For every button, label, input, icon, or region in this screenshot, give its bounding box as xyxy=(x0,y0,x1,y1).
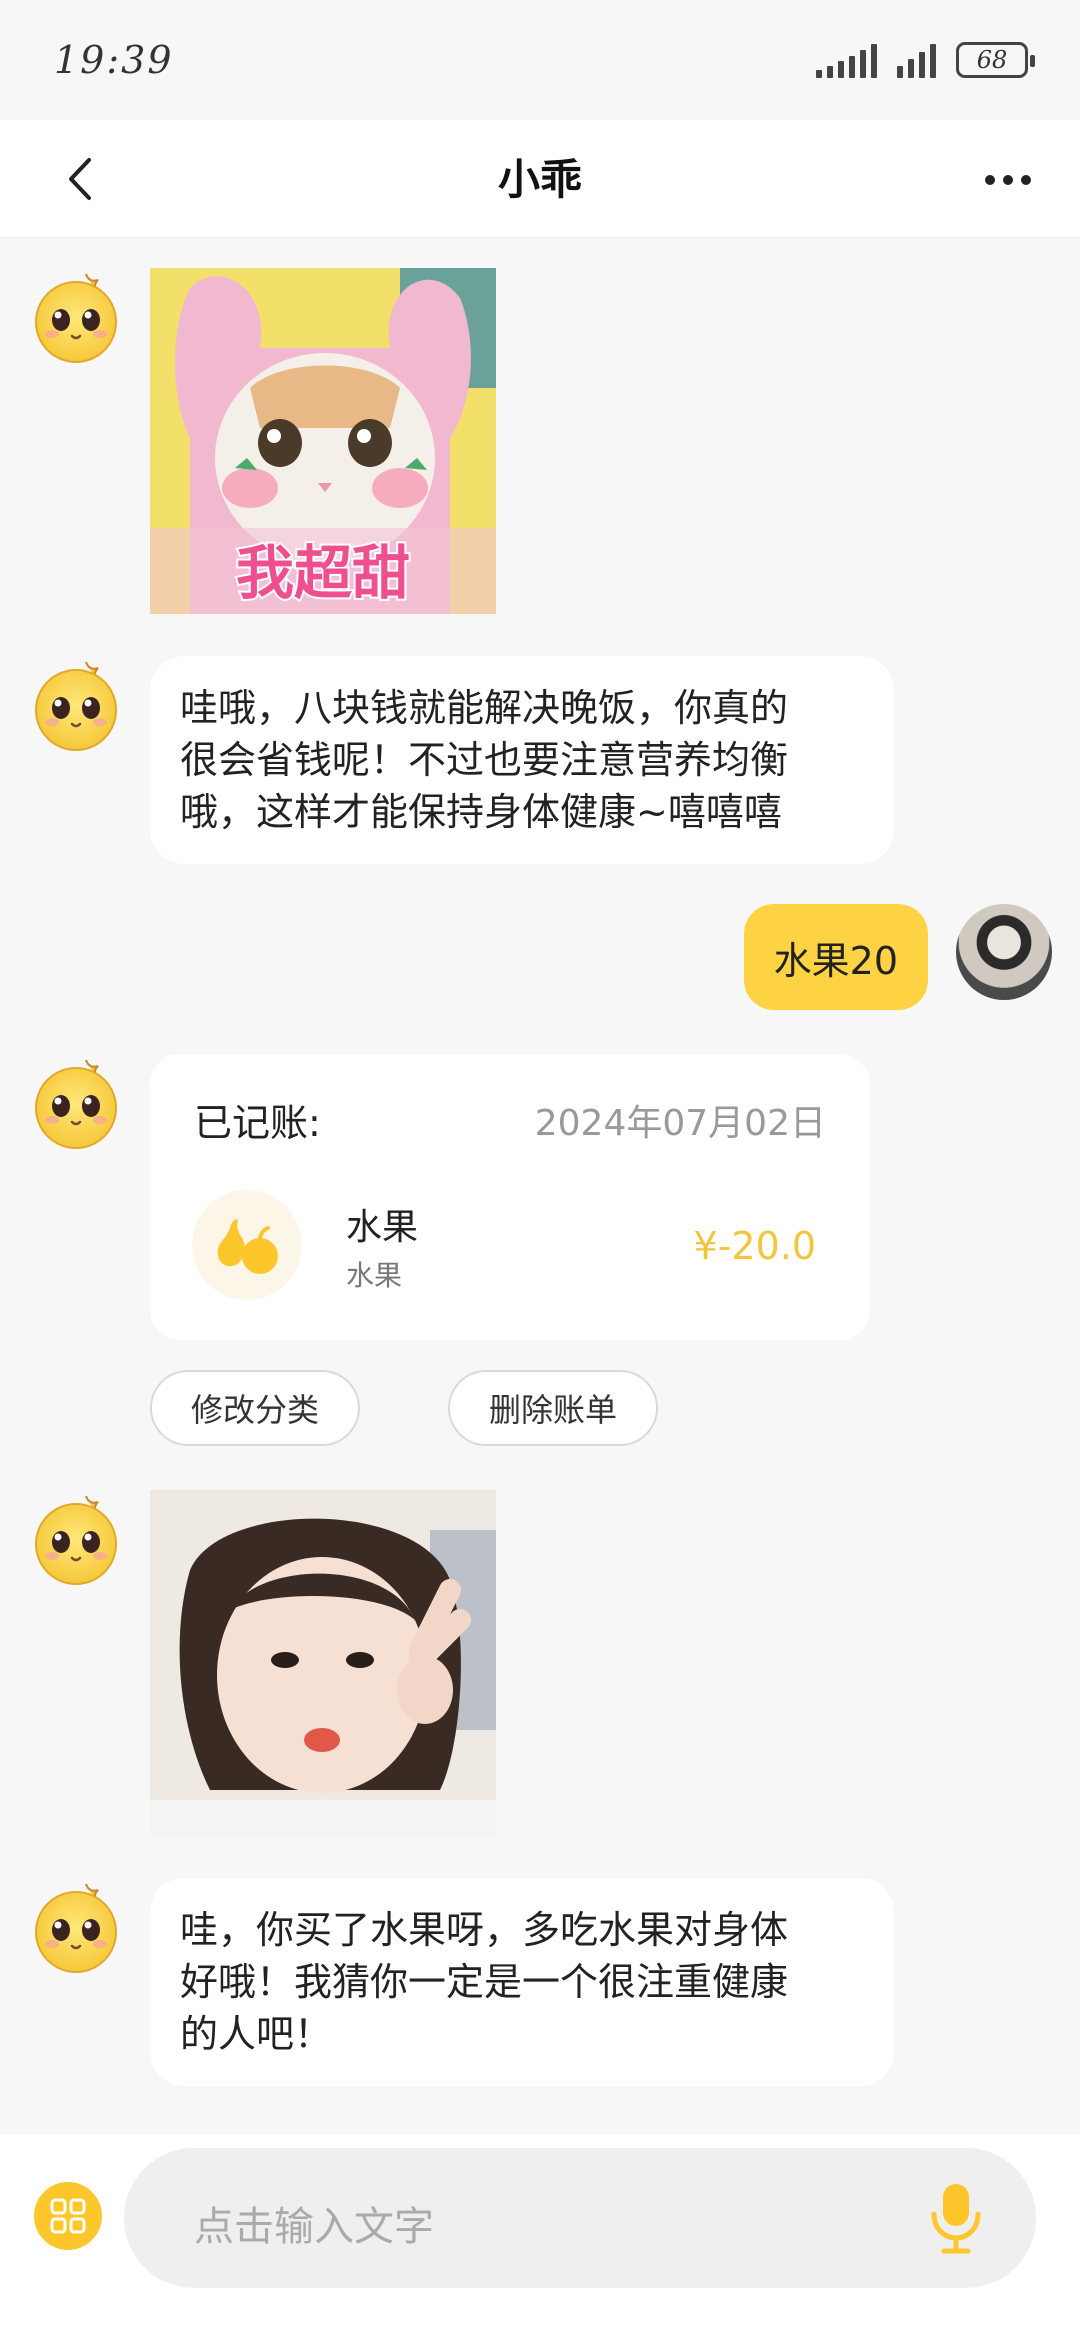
delete-bill-button[interactable]: 删除账单 xyxy=(448,1370,658,1446)
input-bar: 点击输入文字 xyxy=(0,2134,1080,2331)
more-dot xyxy=(1003,175,1013,185)
voice-button[interactable] xyxy=(916,2178,996,2258)
status-icons: 68 xyxy=(816,38,1035,82)
record-title: 已记账: xyxy=(194,1101,321,1145)
cat-sticker-image[interactable]: 我超甜 xyxy=(150,268,496,614)
bot-avatar[interactable] xyxy=(28,268,124,364)
record-amount: ¥-20.0 xyxy=(693,1224,817,1268)
more-button[interactable] xyxy=(968,152,1048,208)
more-dot xyxy=(1021,175,1031,185)
bot-message-bubble[interactable]: 哇，你买了水果呀，多吃水果对身体 好哦！我猜你一定是一个很注重健康 的人吧！ xyxy=(150,1878,894,2086)
bot-avatar[interactable] xyxy=(28,656,124,752)
record-item-category: 水果 xyxy=(346,1259,403,1292)
user-avatar[interactable] xyxy=(956,904,1052,1000)
signal-icon xyxy=(816,42,877,78)
more-dots-icon xyxy=(985,175,995,185)
apps-button[interactable] xyxy=(34,2182,102,2250)
cat-sticker-graphic: 我超甜 xyxy=(150,268,496,614)
user-message-bubble[interactable]: 水果20 xyxy=(743,904,928,1010)
bot-face-icon xyxy=(28,1490,124,1586)
bot-avatar[interactable] xyxy=(28,1054,124,1150)
chat-header: 小乖 xyxy=(0,120,1080,238)
status-bar: 19:39 68 xyxy=(0,0,1080,120)
signal-icon-2 xyxy=(897,42,936,78)
microphone-icon xyxy=(931,2184,981,2254)
page-title: 小乖 xyxy=(497,155,582,204)
child-sticker-image[interactable] xyxy=(150,1490,496,1836)
sticker-caption: 我超甜 xyxy=(236,539,410,607)
edit-category-button[interactable]: 修改分类 xyxy=(150,1370,360,1446)
bot-message-bubble[interactable]: 哇哦，八块钱就能解决晚饭，你真的 很会省钱呢！不过也要注意营养均衡 哦，这样才能… xyxy=(150,656,894,864)
bill-record-card[interactable]: 已记账: 2024年07月02日 水果 水果 ¥-20.0 xyxy=(150,1054,870,1340)
message-input[interactable]: 点击输入文字 xyxy=(124,2148,1036,2288)
bot-face-icon xyxy=(28,1878,124,1974)
bot-avatar[interactable] xyxy=(28,1490,124,1586)
bot-face-icon xyxy=(28,268,124,364)
bot-face-icon xyxy=(28,1054,124,1150)
record-date: 2024年07月02日 xyxy=(534,1103,826,1144)
record-item-name: 水果 xyxy=(346,1207,419,1248)
battery-icon: 68 xyxy=(956,42,1035,78)
battery-level: 68 xyxy=(976,46,1008,74)
fruit-category-icon xyxy=(192,1190,302,1300)
child-sticker-graphic xyxy=(150,1490,496,1836)
bot-face-icon xyxy=(28,656,124,752)
bot-avatar[interactable] xyxy=(28,1878,124,1974)
status-time: 19:39 xyxy=(54,38,174,82)
apps-grid-icon xyxy=(50,2198,86,2234)
input-placeholder: 点击输入文字 xyxy=(194,2204,434,2250)
